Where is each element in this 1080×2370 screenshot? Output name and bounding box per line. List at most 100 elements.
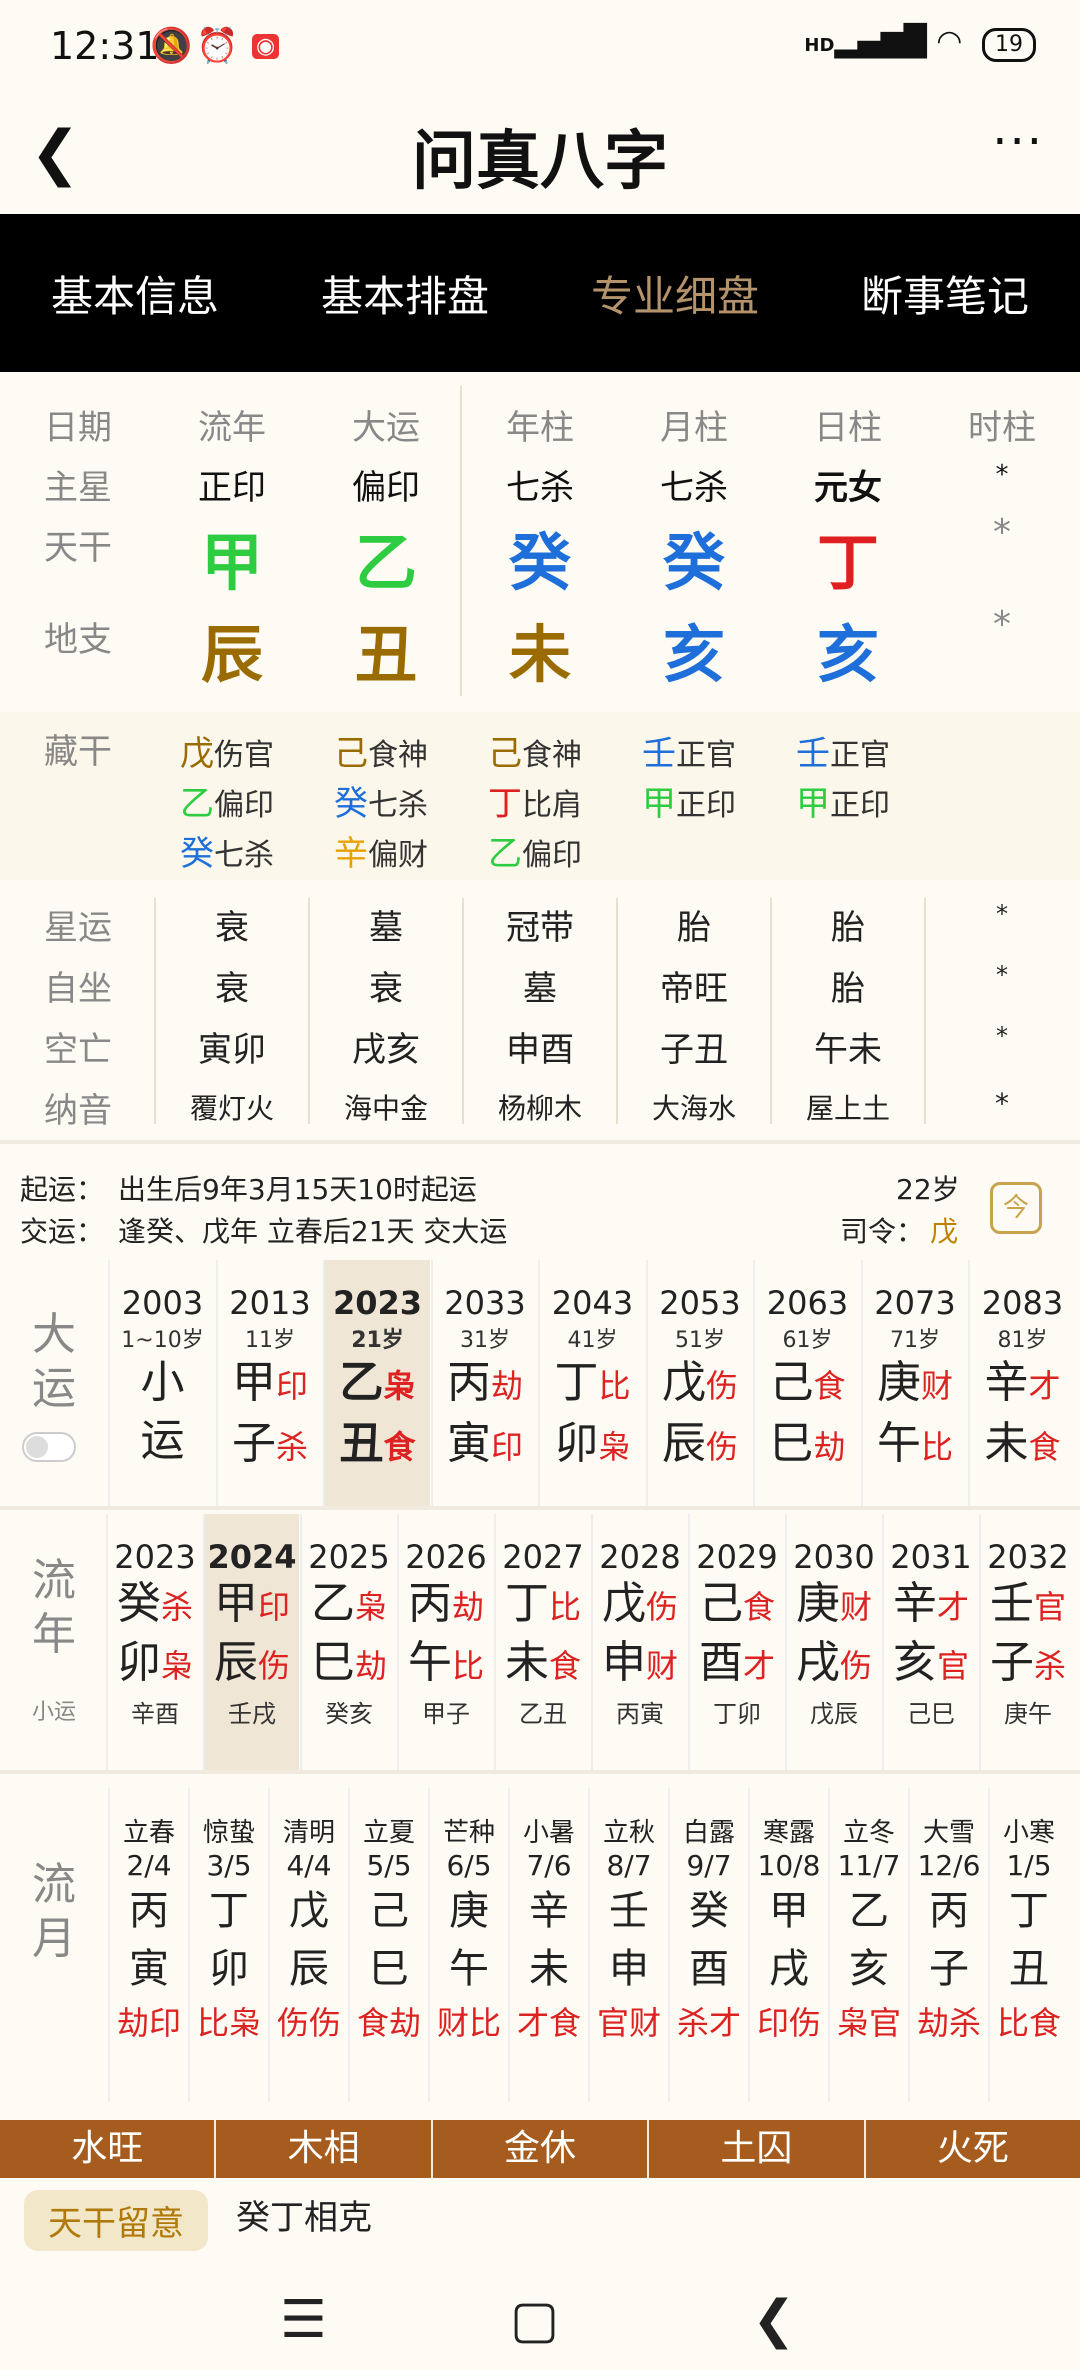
liunian-branch-row: 未食 [496, 1635, 590, 1694]
dayun-column[interactable]: 2063 61岁 己食 巳劫 [753, 1260, 860, 1506]
liunian-column[interactable]: 2026 丙劫 午比 甲子 [397, 1514, 493, 1770]
liuyue-column[interactable]: 芒种 6/5 庚午财比 [428, 1788, 508, 2102]
zizuo-value-1: 衰 [369, 969, 403, 1009]
zhuxing-label: 主星 [44, 468, 112, 508]
liunian-column[interactable]: 2028 戊伤 申财 丙寅 [591, 1514, 687, 1770]
pillar-header-3: 年柱 [506, 408, 574, 448]
dayun-branch: 卯 [554, 1418, 599, 1469]
liunian-column[interactable]: 2027 丁比 未食 乙丑 [494, 1514, 590, 1770]
dayun-column[interactable]: 2033 31岁 丙劫 寅印 [430, 1260, 538, 1506]
pillar-details: 星运衰墓冠带胎胎 * 自坐衰衰墓帝旺胎 * 空亡 寅卯 戌亥 申酉 子丑 午未 * 纳音 覆灯火 海中金杨… [0, 880, 1080, 1140]
liuyue-column[interactable]: 惊蛰 3/5 丁卯比枭 [188, 1788, 268, 2102]
zizuo-label: 自坐 [44, 969, 112, 1009]
dayun-column[interactable]: 2053 51岁 戊伤 辰伤 [645, 1260, 753, 1506]
liuyue-date: 11/7 [837, 1849, 901, 1882]
recent-apps-icon[interactable]: ☰ [280, 2290, 327, 2350]
tab-basic-chart[interactable]: 基本排盘 [270, 263, 540, 324]
more-options-icon[interactable]: ··· [992, 114, 1044, 170]
liunian-column[interactable]: 2025 乙枭 巳劫 癸亥 [300, 1514, 396, 1770]
liunian-stem-shishen: 食 [742, 1588, 775, 1626]
liunian-year: 2026 [405, 1538, 487, 1576]
dayun-column[interactable]: 2083 81岁 辛才 未食 [968, 1260, 1075, 1506]
zizuo-value-4: 胎 [831, 969, 865, 1009]
liunian-branch: 未 [504, 1637, 549, 1688]
liuyue-column[interactable]: 清明 4/4 戊辰伤伤 [268, 1788, 348, 2102]
canggan-stem: 癸 [180, 834, 214, 874]
dayun-stem: 戊 [661, 1357, 706, 1408]
dayun-stem: 丙 [446, 1357, 491, 1408]
liunian-column[interactable]: 2023 癸杀 卯枭 辛酉 [106, 1514, 202, 1770]
liuyue-column[interactable]: 小寒 1/5 丁丑比食 [988, 1788, 1068, 2102]
dayun-age: 1~10岁 [121, 1328, 204, 1353]
liuyue-column[interactable]: 立秋 8/7 壬申官财 [588, 1788, 668, 2102]
liunian-column[interactable]: 2030 庚财 戌伤 戊辰 [785, 1514, 881, 1770]
liunian-branch-shishen: 食 [548, 1647, 581, 1685]
nayin-value-0: 覆灯火 [189, 1092, 274, 1125]
dayun-column[interactable]: 2073 71岁 庚财 午比 [860, 1260, 968, 1506]
siling-value: 戊 [930, 1215, 959, 1248]
canggan-shishen: 正官 [676, 738, 736, 773]
liunian-branch-shishen: 官 [936, 1647, 969, 1685]
tab-basic-info[interactable]: 基本信息 [0, 263, 270, 324]
canggan-stem: 壬 [796, 734, 830, 774]
liunian-stem: 乙 [310, 1578, 355, 1629]
liuyue-column[interactable]: 立夏 5/5 己巳食劫 [348, 1788, 428, 2102]
liuyue-date: 8/7 [606, 1849, 652, 1882]
liunian-year: 2030 [793, 1538, 875, 1576]
dayun-toggle[interactable] [22, 1432, 76, 1462]
canggan-item: 癸七杀 [334, 776, 428, 825]
zizuo-value-2: 墓 [523, 969, 557, 1009]
canggan-shishen: 比肩 [522, 788, 582, 823]
liuyue-stem: 庚 [449, 1888, 489, 1934]
liuyue-solar-term: 白露 [682, 1818, 735, 1848]
liuyue-column[interactable]: 小暑 7/6 辛未才食 [508, 1788, 588, 2102]
canggan-stem: 甲 [642, 784, 676, 824]
xiaoyun-label: 小运 [31, 1700, 76, 1725]
dayun-branch: 辰 [661, 1418, 706, 1469]
tiangan-value-5: * [993, 512, 1011, 553]
today-calendar-icon[interactable]: 今 [990, 1182, 1042, 1234]
column-divider [308, 898, 310, 1124]
liuyue-label-char: 月 [32, 1913, 76, 1964]
liuyue-column[interactable]: 寒露 10/8 甲戌印伤 [748, 1788, 828, 2102]
battery-icon: 19 [982, 28, 1036, 62]
dayun-year: 2013 [229, 1284, 311, 1322]
dayun-branch-shishen: 印 [490, 1428, 523, 1466]
tiangan-note-text: 癸丁相克 [236, 2198, 372, 2238]
liunian-column[interactable]: 2029 己食 酉才 丁卯 [688, 1514, 784, 1770]
tiangan-value-0: 甲 [200, 526, 263, 599]
liuyue-date: 9/7 [686, 1849, 732, 1882]
canggan-stem: 辛 [334, 834, 368, 874]
liunian-year: 2025 [308, 1538, 390, 1576]
toggle-knob[interactable] [26, 1436, 48, 1458]
liunian-column[interactable]: 2032 壬官 子杀 庚午 [979, 1514, 1075, 1770]
home-icon[interactable]: ▢ [510, 2290, 559, 2350]
liunian-column[interactable]: 2024 甲印 辰伤 壬戌 [203, 1514, 299, 1770]
dayun-column[interactable]: 2023 21岁 乙枭 丑食 [323, 1260, 430, 1506]
nav-back-icon[interactable]: ❮ [752, 2290, 796, 2350]
liuyue-solar-term: 立夏 [362, 1818, 415, 1848]
liuyue-column[interactable]: 白露 9/7 癸酉杀才 [668, 1788, 748, 2102]
dayun-year: 2023 [332, 1284, 423, 1322]
liuyue-column[interactable]: 立冬 11/7 乙亥枭官 [828, 1788, 908, 2102]
liunian-column[interactable]: 2031 辛才 亥官 己巳 [882, 1514, 978, 1770]
dayun-stem: 己 [769, 1357, 814, 1408]
dayun-column[interactable]: 2013 11岁 甲印 子杀 [215, 1260, 323, 1506]
tiangan-note-tag[interactable]: 天干留意 [24, 2190, 208, 2251]
liuyue-solar-term: 惊蛰 [202, 1818, 255, 1848]
canggan-stem: 癸 [334, 784, 368, 824]
liunian-stem: 辛 [892, 1578, 937, 1629]
tab-notes[interactable]: 断事笔记 [810, 263, 1080, 324]
zizuo-value-5: * [996, 961, 1008, 989]
tab-professional-chart[interactable]: 专业细盘 [540, 263, 810, 324]
dayun-column[interactable]: 2043 41岁 丁比 卯枭 [538, 1260, 645, 1506]
liuyue-column[interactable]: 立春 2/4 丙寅劫印 [108, 1788, 188, 2102]
liunian-year: 2031 [890, 1538, 972, 1576]
zhuxing-value-2: 七杀 [506, 468, 574, 508]
liuyue-column[interactable]: 大雪 12/6 丙子劫杀 [908, 1788, 988, 2102]
dayun-column[interactable]: 2003 1~10岁小运 [108, 1260, 215, 1506]
dayun-stem: 丁 [554, 1357, 599, 1408]
liuyue-shishen: 枭官 [836, 2004, 901, 2042]
liunian-stem: 癸 [116, 1578, 161, 1629]
pillar-header-4: 月柱 [660, 408, 728, 448]
